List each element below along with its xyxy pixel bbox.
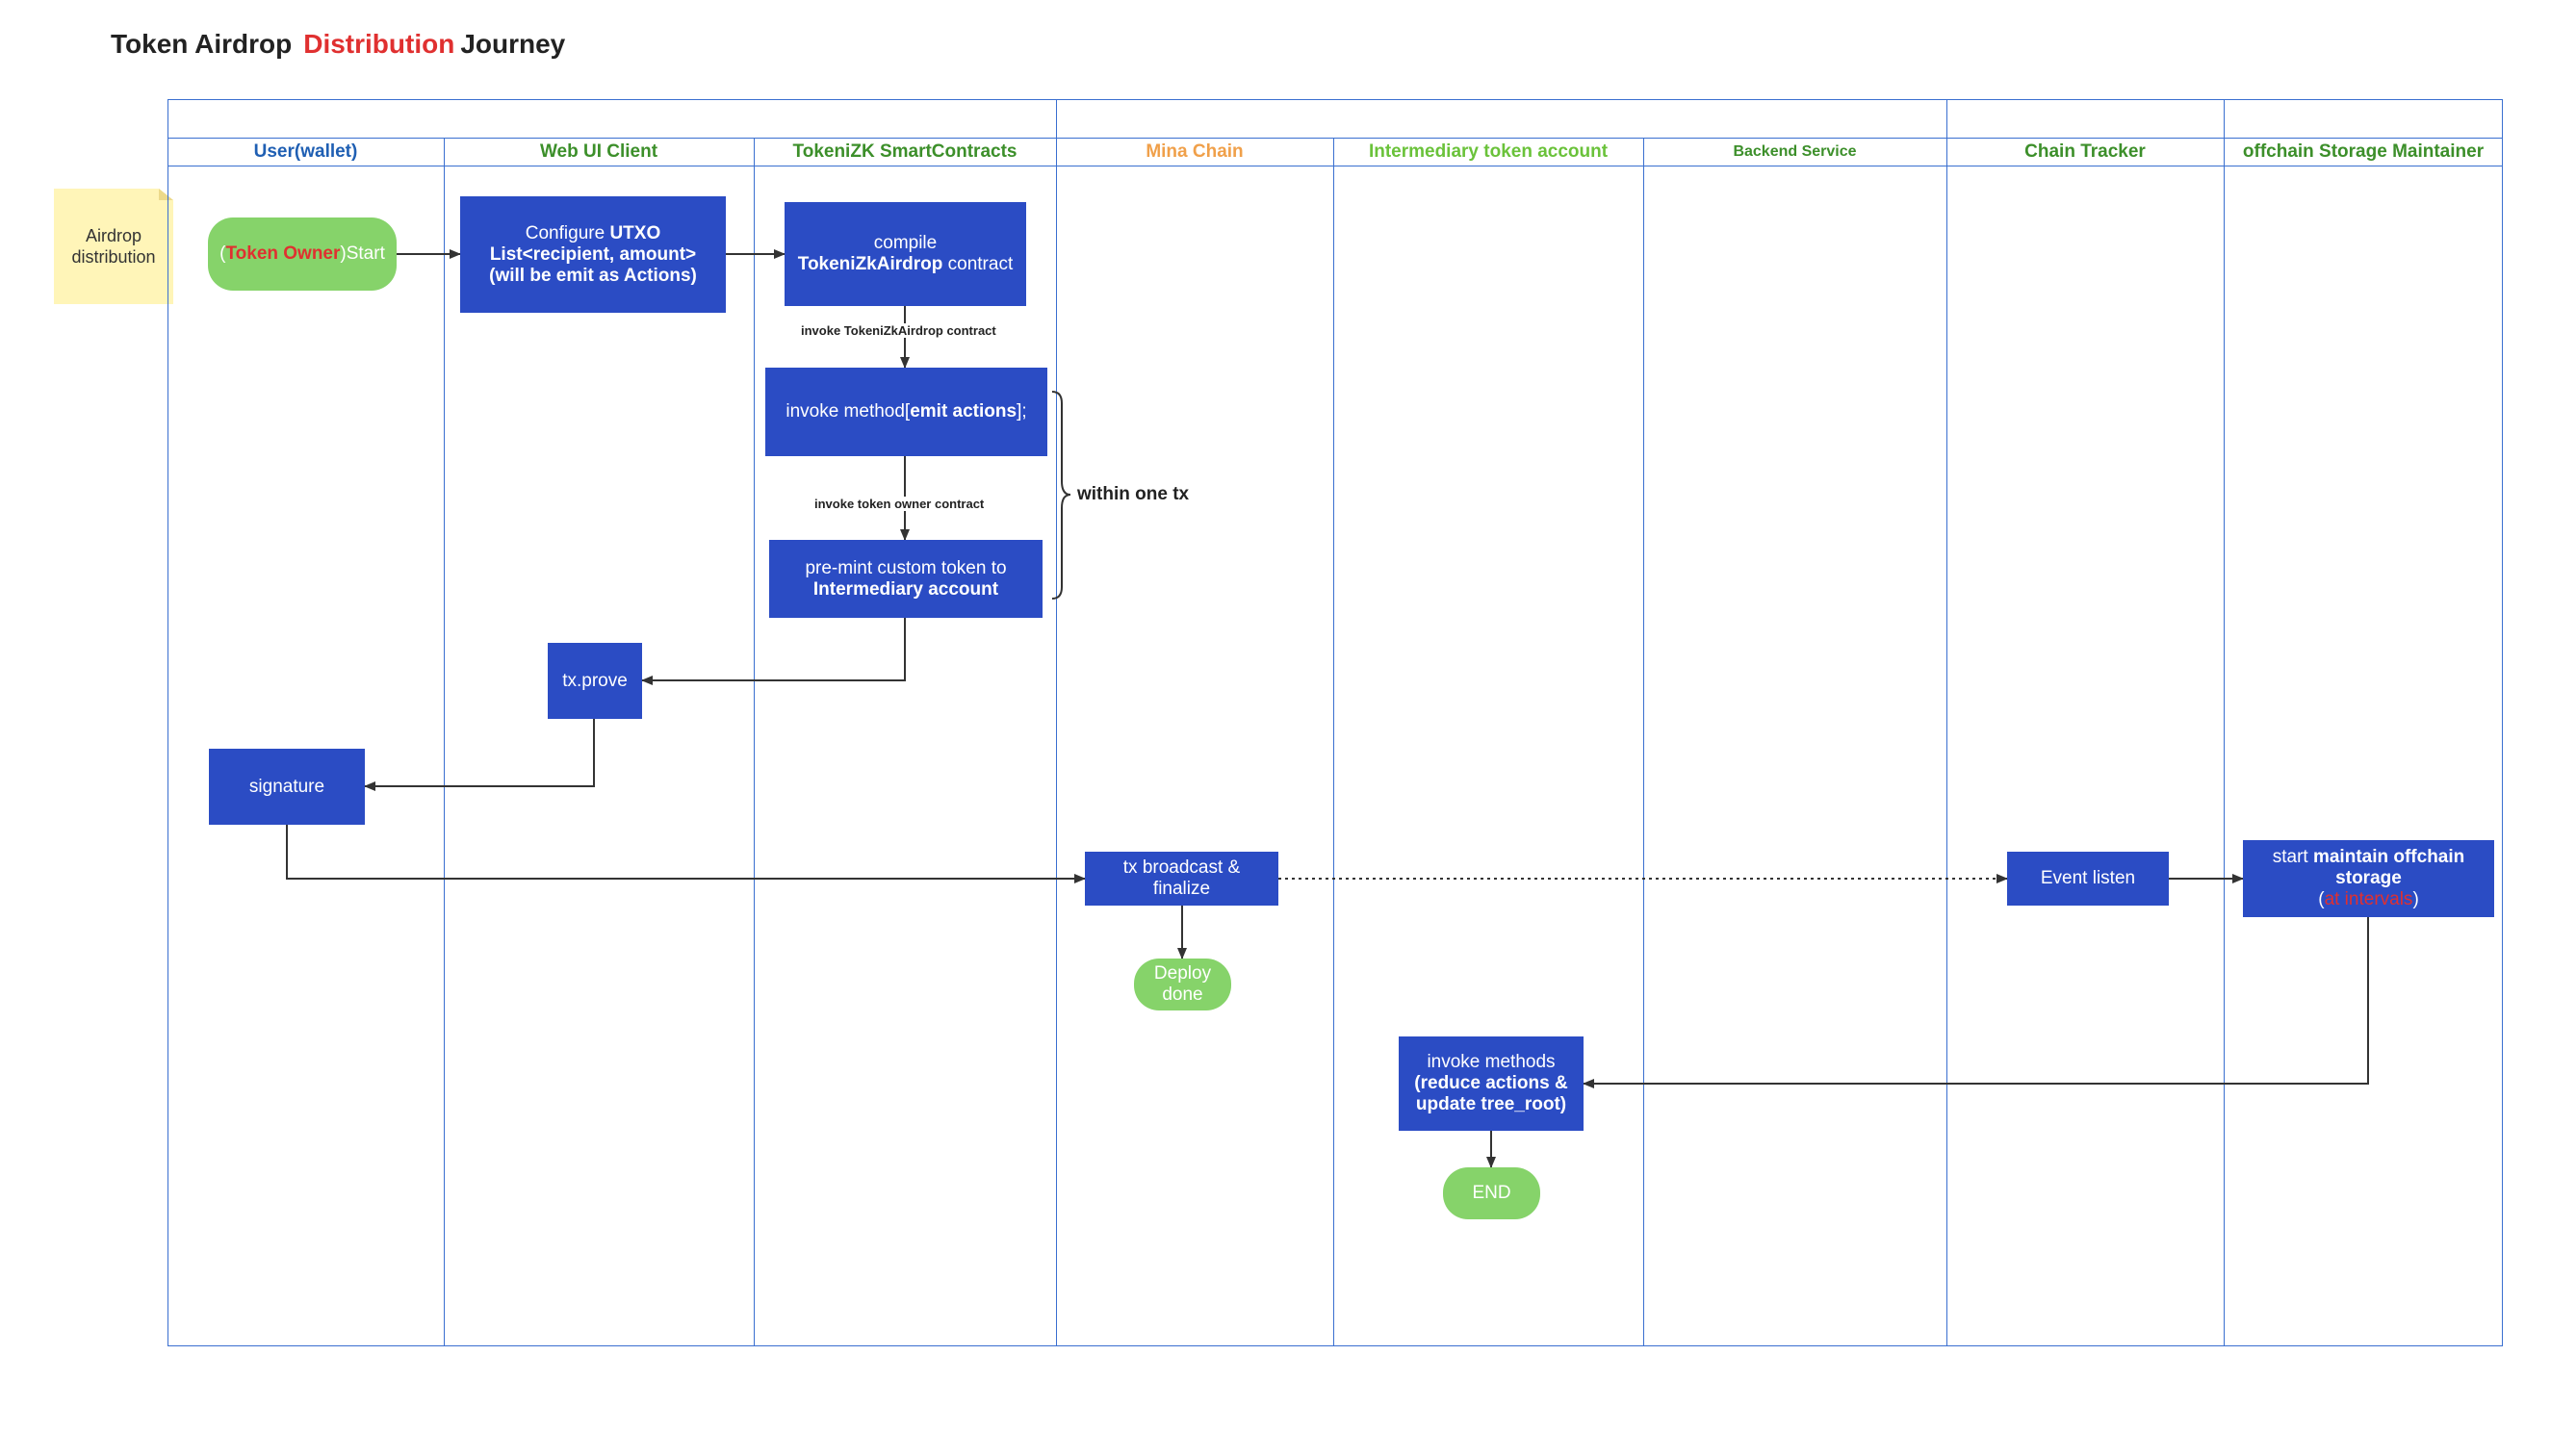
- reduce-line-1: invoke methods: [1427, 1052, 1556, 1072]
- premint-line-1: pre-mint custom token to: [805, 557, 1007, 578]
- label-invoke-airdrop-contract: invoke TokeniZkAirdrop contract: [799, 323, 998, 338]
- reduce-line-2: (reduce actions &: [1414, 1073, 1568, 1093]
- maintain-line-1a: start: [2272, 847, 2313, 867]
- deploy-line-1: Deploy: [1153, 963, 1212, 984]
- edge-signature-to-broadcast: [286, 825, 1086, 883]
- edge-maintain-to-reduce: [1583, 917, 2369, 1088]
- maintain-line-1b: maintain offchain: [2312, 847, 2465, 867]
- end-label: END: [1472, 1183, 1511, 1203]
- premint-node[interactable]: pre-mint custom token to Intermediary ac…: [769, 540, 1043, 618]
- event-listen-node[interactable]: Event listen: [2007, 852, 2169, 906]
- prove-label: tx.prove: [562, 670, 628, 691]
- start-label: Start: [346, 243, 385, 264]
- deploy-done-node[interactable]: Deploy done: [1134, 959, 1231, 1010]
- label-within-one-tx: within one tx: [1077, 484, 1190, 504]
- emit-actions-node[interactable]: invoke method[emit actions];: [765, 368, 1047, 456]
- maintain-paren-close: ): [2412, 889, 2419, 909]
- tx-prove-node[interactable]: tx.prove: [548, 643, 642, 719]
- maintain-at-intervals: at intervals: [2324, 889, 2413, 909]
- configure-line-1a: Configure: [525, 222, 610, 243]
- configure-line-2: List<recipient, amount>: [489, 243, 697, 265]
- within-tx-brace: [1051, 391, 1071, 600]
- maintain-line-2: storage: [2335, 868, 2402, 888]
- reduce-line-3: update tree_root): [1415, 1094, 1567, 1114]
- event-label: Event listen: [2040, 868, 2136, 888]
- deploy-line-2: done: [1162, 984, 1203, 1005]
- start-token-owner: Token Owner: [225, 243, 341, 264]
- emit-part-b: emit actions: [910, 401, 1018, 422]
- reduce-actions-node[interactable]: invoke methods (reduce actions & update …: [1399, 1036, 1584, 1131]
- configure-utxo-node[interactable]: Configure UTXO List<recipient, amount> (…: [460, 196, 726, 313]
- signature-label: signature: [248, 776, 325, 797]
- label-invoke-token-owner-contract: invoke token owner contract: [812, 497, 987, 511]
- configure-line-1b: UTXO: [609, 222, 661, 243]
- broadcast-line-2: finalize: [1152, 879, 1211, 899]
- compile-contract-node[interactable]: compile TokeniZkAirdrop contract: [785, 202, 1026, 306]
- maintain-storage-node[interactable]: start maintain offchain storage (at inte…: [2243, 840, 2494, 917]
- broadcast-line-1: tx broadcast &: [1122, 857, 1241, 878]
- end-node[interactable]: END: [1443, 1167, 1540, 1219]
- start-node[interactable]: (Token Owner)Start: [208, 217, 397, 291]
- emit-part-a: invoke method[: [786, 401, 911, 422]
- connector-layer: [286, 249, 2369, 1168]
- compile-line-2a: TokeniZkAirdrop: [797, 254, 943, 274]
- emit-part-c: ];: [1017, 401, 1027, 422]
- premint-line-2: Intermediary account: [812, 578, 999, 600]
- configure-line-3: (will be emit as Actions): [489, 265, 697, 286]
- edge-premint-to-prove: [641, 618, 906, 685]
- signature-node[interactable]: signature: [209, 749, 365, 825]
- compile-line-1: compile: [873, 233, 938, 253]
- tx-broadcast-node[interactable]: tx broadcast & finalize: [1085, 852, 1278, 906]
- compile-line-2b: contract: [942, 254, 1014, 274]
- edge-prove-to-signature: [364, 719, 595, 791]
